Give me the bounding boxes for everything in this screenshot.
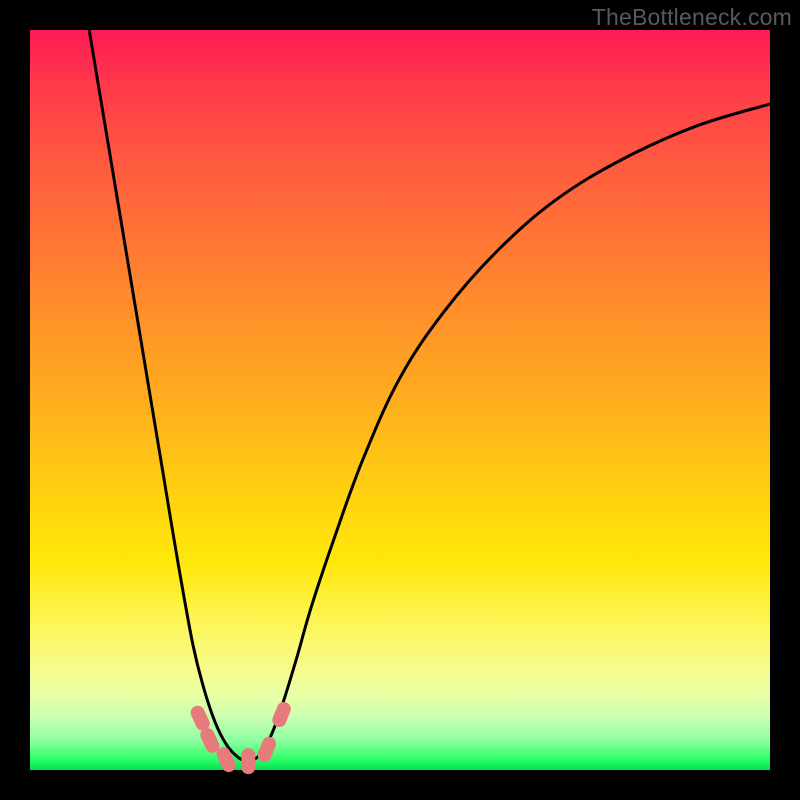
chart-svg: [30, 30, 770, 770]
curve-marker: [255, 735, 278, 764]
curve-markers: [188, 700, 293, 775]
chart-frame: TheBottleneck.com: [0, 0, 800, 800]
bottleneck-curve: [89, 30, 770, 764]
curve-marker: [241, 748, 255, 774]
watermark-label: TheBottleneck.com: [592, 4, 792, 31]
curve-path: [89, 30, 770, 764]
curve-marker: [270, 700, 293, 729]
plot-area: [30, 30, 770, 770]
